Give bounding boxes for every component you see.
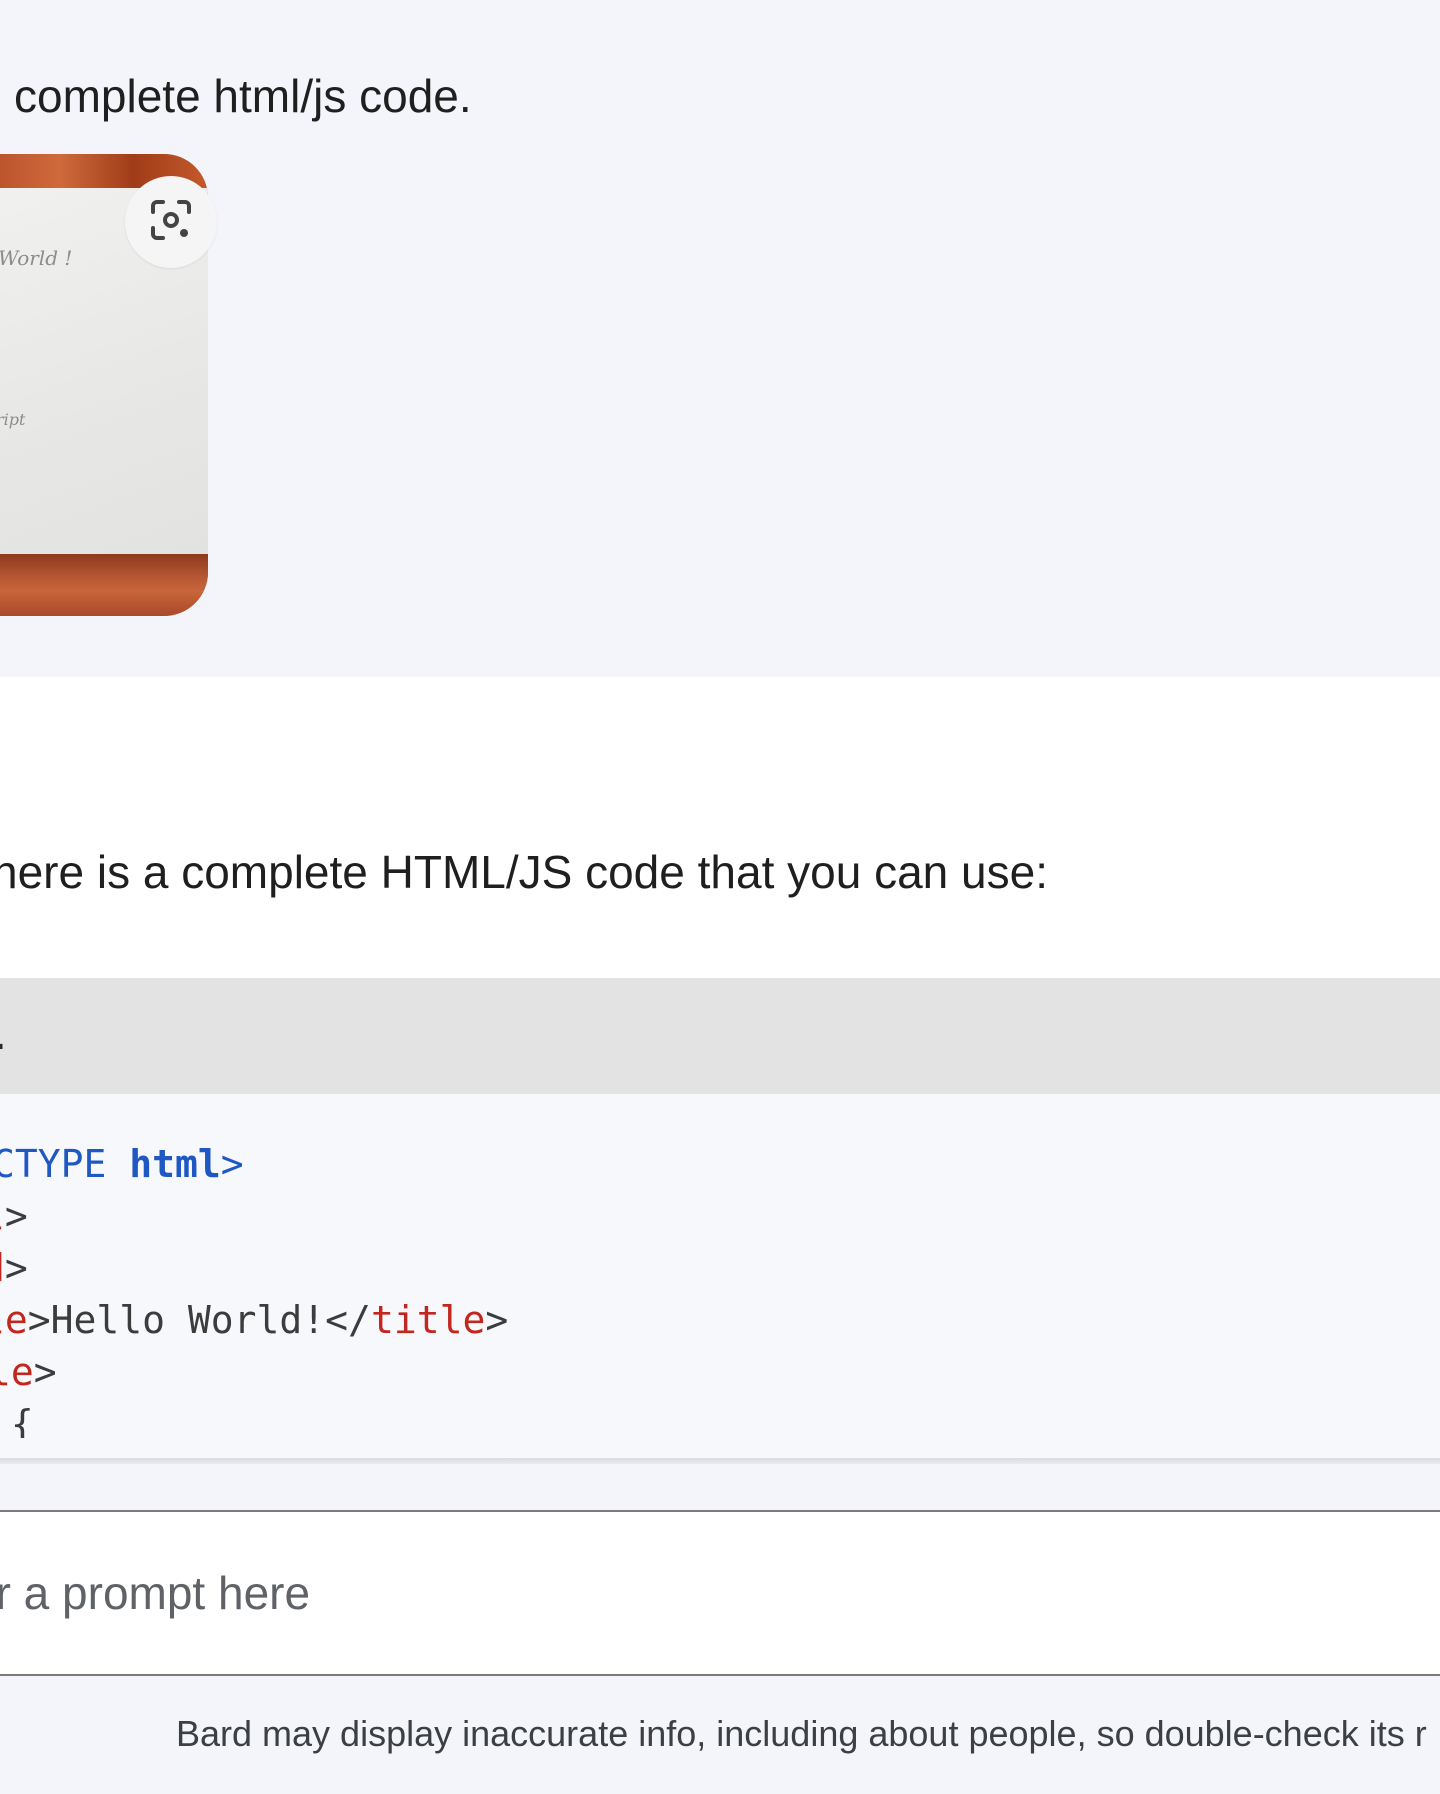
prompt-input[interactable] <box>0 1512 1440 1674</box>
code-body: CTYPE html>l>d>le>Hello World!</title>le… <box>0 1138 1440 1438</box>
response-intro-text: here is a complete HTML/JS code that you… <box>0 846 1048 898</box>
code-token: { <box>10 1402 34 1438</box>
code-block: L CTYPE html>l>d>le>Hello World!</title>… <box>0 978 1440 1464</box>
code-token: > <box>33 1350 57 1394</box>
footer: Bard may display inaccurate info, includ… <box>0 1676 1440 1794</box>
code-token: html <box>129 1142 221 1186</box>
code-line: { <box>0 1398 34 1438</box>
image-scribble-2: ript <box>0 410 26 429</box>
code-token: le <box>0 1298 28 1342</box>
code-line: d> <box>0 1242 28 1294</box>
image-scribble-1: World ! <box>0 246 73 270</box>
code-token: > <box>485 1298 509 1342</box>
code-language-label: L <box>0 1008 4 1064</box>
code-line: le> <box>0 1346 57 1398</box>
disclaimer-text: Bard may display inaccurate info, includ… <box>176 1713 1427 1754</box>
code-line: l> <box>0 1190 28 1242</box>
image-wood-bottom <box>0 554 208 616</box>
prompt-input-area <box>0 1510 1440 1676</box>
code-token: CTYPE <box>0 1142 130 1186</box>
user-prompt-text: complete html/js code. <box>14 70 472 122</box>
code-token: > <box>4 1194 28 1238</box>
code-token: > <box>220 1142 244 1186</box>
chat-bottom-gap <box>0 1464 1440 1511</box>
code-line: le>Hello World!</title> <box>0 1294 508 1346</box>
code-block-header: L <box>0 978 1440 1094</box>
user-prompt-section: complete html/js code. World ! ript <box>0 0 1440 677</box>
code-token: >Hello World!</ <box>27 1298 371 1342</box>
code-token: title <box>370 1298 486 1342</box>
google-lens-button[interactable] <box>125 176 217 268</box>
code-token: le <box>0 1350 34 1394</box>
code-line: CTYPE html> <box>0 1138 244 1190</box>
code-token: > <box>4 1246 28 1290</box>
google-lens-icon <box>149 198 193 247</box>
